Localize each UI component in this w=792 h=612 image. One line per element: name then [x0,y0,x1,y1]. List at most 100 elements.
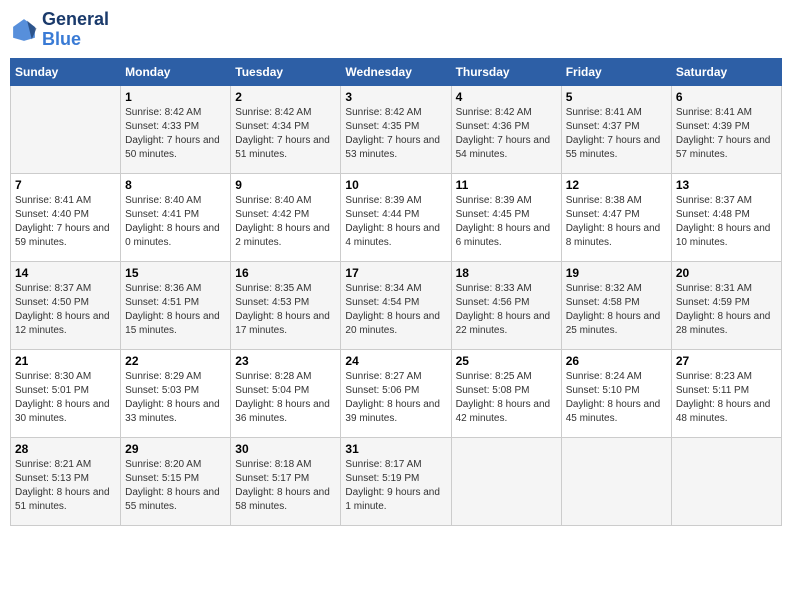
day-number: 5 [566,90,667,104]
day-cell: 31Sunrise: 8:17 AMSunset: 5:19 PMDayligh… [341,437,451,525]
day-number: 7 [15,178,116,192]
day-cell: 15 Sunrise: 8:36 AMSunset: 4:51 PMDayligh… [121,261,231,349]
day-info: Sunrise: 8:41 AMSunset: 4:39 PMDaylight:… [676,106,777,162]
column-header-saturday: Saturday [671,58,781,85]
day-number: 26 [566,354,667,368]
day-number: 24 [345,354,446,368]
day-info: Sunrise: 8:35 AMSunset: 4:53 PMDaylight:… [235,282,336,338]
calendar-body: 1 Sunrise: 8:42 AMSunset: 4:33 PMDaylight… [11,85,782,525]
day-info: Sunrise: 8:25 AMSunset: 5:08 PMDaylight:… [456,370,557,426]
week-row-5: 28 Sunrise: 8:21 AMSunset: 5:13 PMDayligh… [11,437,782,525]
day-cell: 12Sunrise: 8:38 AMSunset: 4:47 PMDayligh… [561,173,671,261]
day-cell: 2 Sunrise: 8:42 AMSunset: 4:34 PMDaylight… [231,85,341,173]
week-row-3: 14 Sunrise: 8:37 AMSunset: 4:50 PMDayligh… [11,261,782,349]
day-cell: 3 Sunrise: 8:42 AMSunset: 4:35 PMDaylight… [341,85,451,173]
day-info: Sunrise: 8:34 AMSunset: 4:54 PMDaylight:… [345,282,446,338]
day-number: 10 [345,178,446,192]
day-info: Sunrise: 8:20 AMSunset: 5:15 PMDaylight:… [125,458,226,514]
column-header-tuesday: Tuesday [231,58,341,85]
day-info: Sunrise: 8:41 AMSunset: 4:37 PMDaylight:… [566,106,667,162]
day-info: Sunrise: 8:27 AMSunset: 5:06 PMDaylight:… [345,370,446,426]
day-cell: 25 Sunrise: 8:25 AMSunset: 5:08 PMDayligh… [451,349,561,437]
day-number: 2 [235,90,336,104]
day-number: 17 [345,266,446,280]
day-cell: 19 Sunrise: 8:32 AMSunset: 4:58 PMDayligh… [561,261,671,349]
day-cell: 7Sunrise: 8:41 AMSunset: 4:40 PMDaylight… [11,173,121,261]
day-number: 18 [456,266,557,280]
day-cell [11,85,121,173]
day-info: Sunrise: 8:17 AMSunset: 5:19 PMDaylight:… [345,458,446,514]
day-number: 14 [15,266,116,280]
day-cell: 5 Sunrise: 8:41 AMSunset: 4:37 PMDaylight… [561,85,671,173]
day-number: 13 [676,178,777,192]
column-header-sunday: Sunday [11,58,121,85]
day-info: Sunrise: 8:24 AMSunset: 5:10 PMDaylight:… [566,370,667,426]
day-number: 28 [15,442,116,456]
calendar-header: SundayMondayTuesdayWednesdayThursdayFrid… [11,58,782,85]
day-cell: 9Sunrise: 8:40 AMSunset: 4:42 PMDaylight… [231,173,341,261]
day-number: 30 [235,442,336,456]
day-number: 25 [456,354,557,368]
day-info: Sunrise: 8:23 AMSunset: 5:11 PMDaylight:… [676,370,777,426]
day-cell: 30Sunrise: 8:18 AMSunset: 5:17 PMDayligh… [231,437,341,525]
day-info: Sunrise: 8:36 AMSunset: 4:51 PMDaylight:… [125,282,226,338]
day-number: 3 [345,90,446,104]
day-info: Sunrise: 8:37 AMSunset: 4:48 PMDaylight:… [676,194,777,250]
day-cell: 4 Sunrise: 8:42 AMSunset: 4:36 PMDaylight… [451,85,561,173]
week-row-2: 7Sunrise: 8:41 AMSunset: 4:40 PMDaylight… [11,173,782,261]
column-header-thursday: Thursday [451,58,561,85]
day-number: 4 [456,90,557,104]
day-cell: 24 Sunrise: 8:27 AMSunset: 5:06 PMDayligh… [341,349,451,437]
day-info: Sunrise: 8:40 AMSunset: 4:42 PMDaylight:… [235,194,336,250]
day-info: Sunrise: 8:33 AMSunset: 4:56 PMDaylight:… [456,282,557,338]
day-info: Sunrise: 8:38 AMSunset: 4:47 PMDaylight:… [566,194,667,250]
day-info: Sunrise: 8:31 AMSunset: 4:59 PMDaylight:… [676,282,777,338]
day-cell: 8 Sunrise: 8:40 AMSunset: 4:41 PMDaylight… [121,173,231,261]
column-header-wednesday: Wednesday [341,58,451,85]
day-number: 15 [125,266,226,280]
day-info: Sunrise: 8:42 AMSunset: 4:34 PMDaylight:… [235,106,336,162]
day-info: Sunrise: 8:42 AMSunset: 4:35 PMDaylight:… [345,106,446,162]
day-cell: 13 Sunrise: 8:37 AMSunset: 4:48 PMDayligh… [671,173,781,261]
day-cell [671,437,781,525]
day-cell: 20Sunrise: 8:31 AMSunset: 4:59 PMDayligh… [671,261,781,349]
day-cell [561,437,671,525]
day-info: Sunrise: 8:29 AMSunset: 5:03 PMDaylight:… [125,370,226,426]
day-info: Sunrise: 8:40 AMSunset: 4:41 PMDaylight:… [125,194,226,250]
day-cell [451,437,561,525]
calendar-table: SundayMondayTuesdayWednesdayThursdayFrid… [10,58,782,526]
day-info: Sunrise: 8:21 AMSunset: 5:13 PMDaylight:… [15,458,116,514]
logo: General Blue [10,10,109,50]
day-cell: 17 Sunrise: 8:34 AMSunset: 4:54 PMDayligh… [341,261,451,349]
day-number: 11 [456,178,557,192]
header-row: SundayMondayTuesdayWednesdayThursdayFrid… [11,58,782,85]
day-cell: 1 Sunrise: 8:42 AMSunset: 4:33 PMDaylight… [121,85,231,173]
logo-icon [10,16,38,44]
column-header-friday: Friday [561,58,671,85]
day-cell: 23 Sunrise: 8:28 AMSunset: 5:04 PMDayligh… [231,349,341,437]
day-number: 22 [125,354,226,368]
day-info: Sunrise: 8:37 AMSunset: 4:50 PMDaylight:… [15,282,116,338]
day-number: 19 [566,266,667,280]
day-cell: 18 Sunrise: 8:33 AMSunset: 4:56 PMDayligh… [451,261,561,349]
week-row-1: 1 Sunrise: 8:42 AMSunset: 4:33 PMDaylight… [11,85,782,173]
day-number: 29 [125,442,226,456]
day-number: 21 [15,354,116,368]
day-cell: 27 Sunrise: 8:23 AMSunset: 5:11 PMDayligh… [671,349,781,437]
day-number: 8 [125,178,226,192]
day-info: Sunrise: 8:42 AMSunset: 4:36 PMDaylight:… [456,106,557,162]
day-number: 27 [676,354,777,368]
day-info: Sunrise: 8:39 AMSunset: 4:44 PMDaylight:… [345,194,446,250]
day-number: 23 [235,354,336,368]
column-header-monday: Monday [121,58,231,85]
day-number: 16 [235,266,336,280]
logo-text: General Blue [42,10,109,50]
day-info: Sunrise: 8:28 AMSunset: 5:04 PMDaylight:… [235,370,336,426]
page-header: General Blue [10,10,782,50]
day-cell: 6Sunrise: 8:41 AMSunset: 4:39 PMDaylight… [671,85,781,173]
day-info: Sunrise: 8:32 AMSunset: 4:58 PMDaylight:… [566,282,667,338]
day-info: Sunrise: 8:42 AMSunset: 4:33 PMDaylight:… [125,106,226,162]
day-info: Sunrise: 8:30 AMSunset: 5:01 PMDaylight:… [15,370,116,426]
day-cell: 10 Sunrise: 8:39 AMSunset: 4:44 PMDayligh… [341,173,451,261]
day-number: 1 [125,90,226,104]
